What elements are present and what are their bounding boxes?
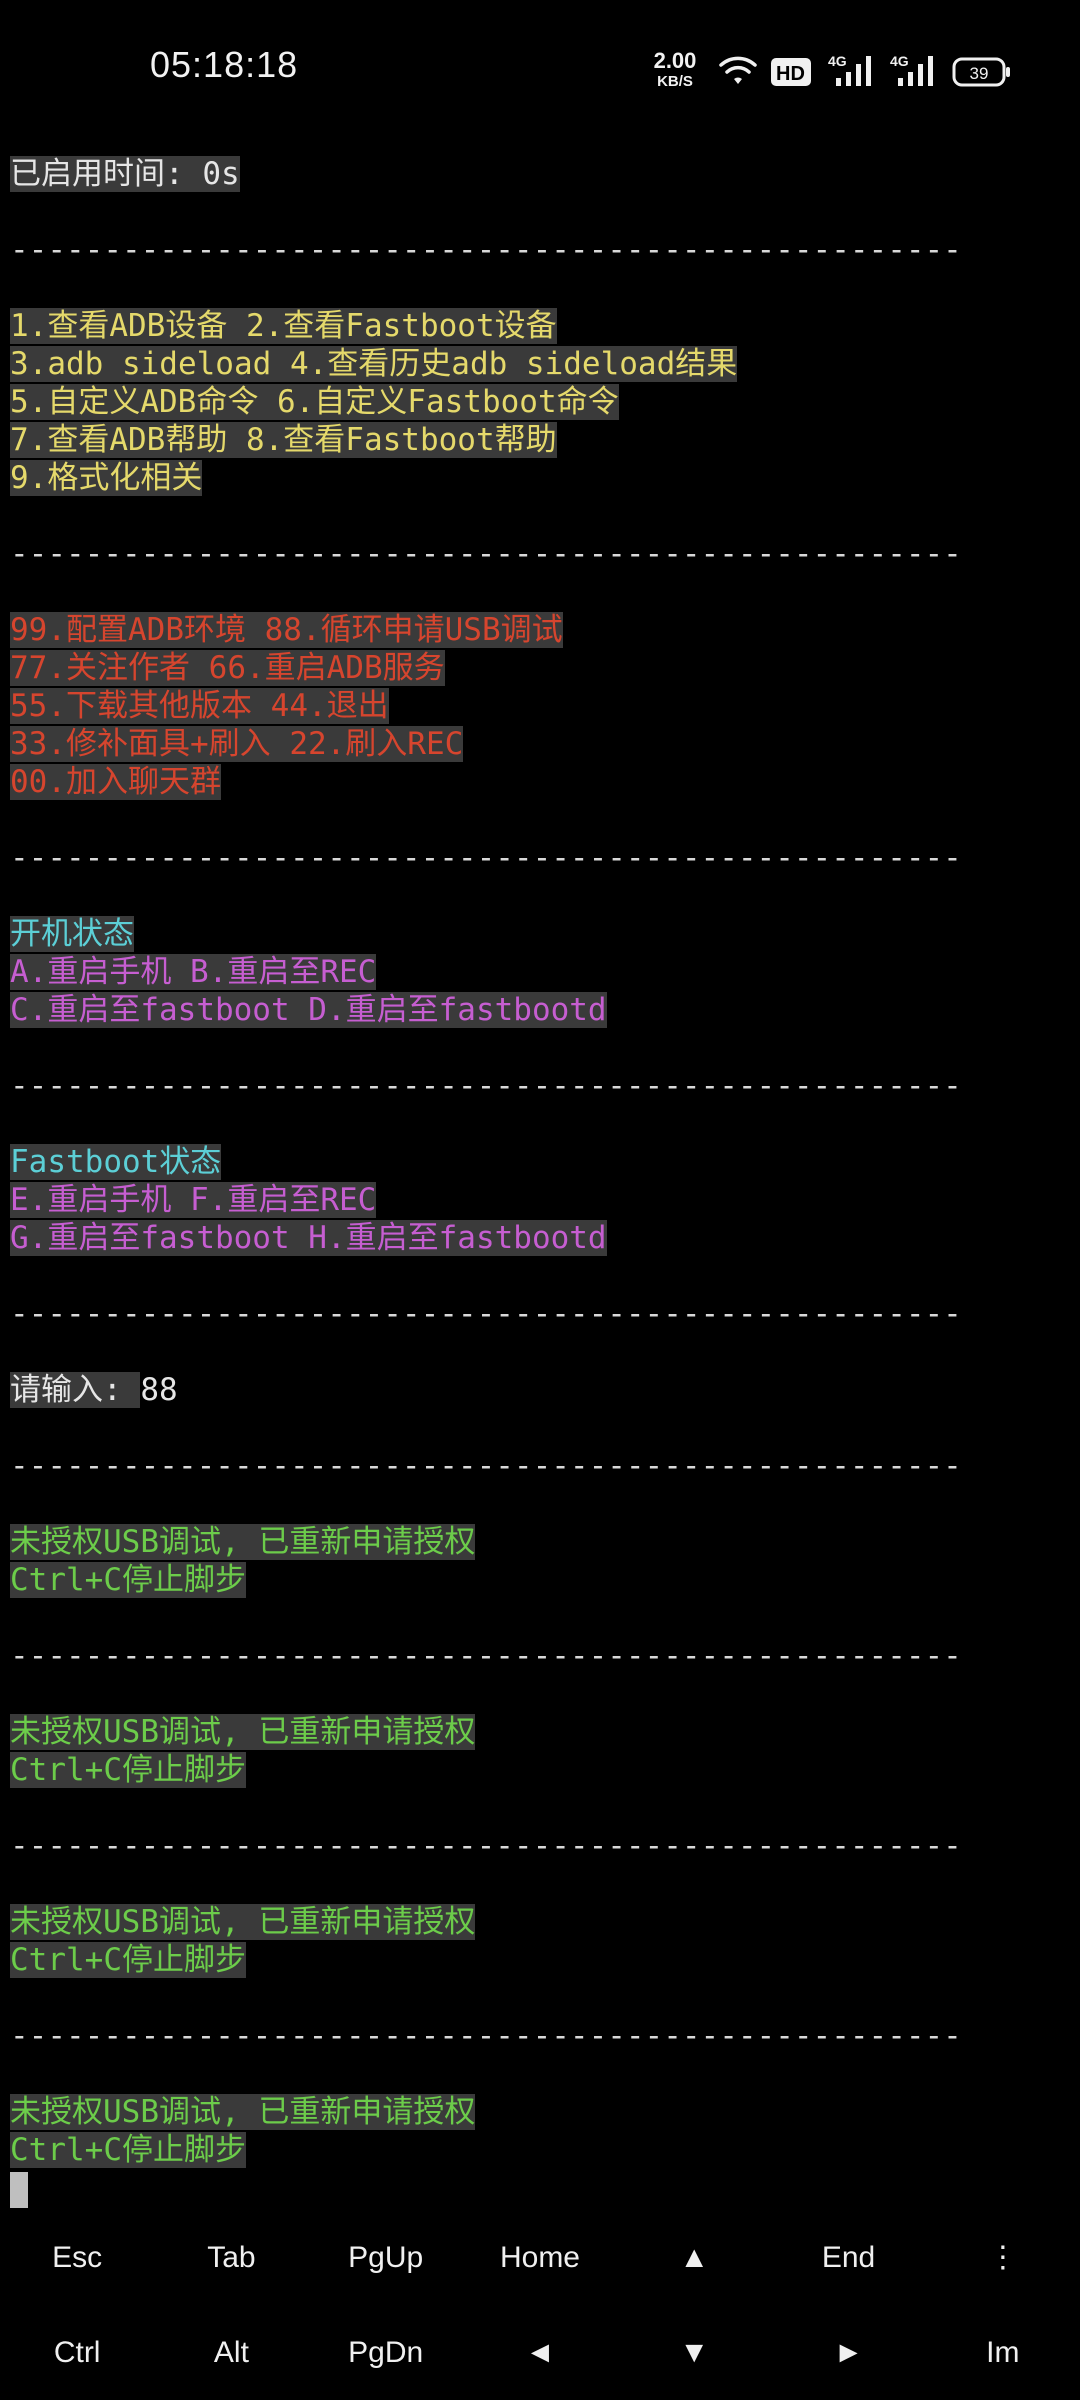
boot-state-item: A.重启手机 B.重启至REC [10,954,377,990]
alt-key[interactable]: Alt [154,2305,308,2400]
pgup-key[interactable]: PgUp [309,2210,463,2305]
stop-hint: Ctrl+C停止脚步 [10,2132,246,2168]
separator: ----------------------------------------… [10,1638,962,1674]
menu-main-line: 1.查看ADB设备 2.查看Fastboot设备 [10,308,557,344]
auth-message: 未授权USB调试, 已重新申请授权 [10,1714,476,1750]
extra-keys-row-2: Ctrl Alt PgDn ◄ ▼ ► Im [0,2305,1080,2400]
separator: ----------------------------------------… [10,1296,962,1332]
stop-hint: Ctrl+C停止脚步 [10,1752,246,1788]
arrow-down-key[interactable]: ▼ [617,2305,771,2400]
auth-message: 未授权USB调试, 已重新申请授权 [10,2094,476,2130]
arrow-left-key[interactable]: ◄ [463,2305,617,2400]
menu-main-line: 7.查看ADB帮助 8.查看Fastboot帮助 [10,422,557,458]
input-value[interactable]: 88 [140,1372,177,1408]
menu-extra-line: 99.配置ADB环境 88.循环申请USB调试 [10,612,563,648]
network-speed: 2.00 KB/S [640,48,710,90]
end-key[interactable]: End [771,2210,925,2305]
auth-message: 未授权USB调试, 已重新申请授权 [10,1904,476,1940]
status-bar: 05:18:18 2.00 KB/S HD 4G 4G 39 [0,0,1080,140]
boot-state-title: 开机状态 [10,916,134,952]
hd-voice-icon: HD [770,56,812,92]
input-prompt: 请输入: [10,1372,141,1408]
terminal-output[interactable]: 已启用时间: 0s ------------------------------… [10,155,1070,2208]
hd-label: HD [776,63,805,85]
battery-icon: 39 [952,56,1012,92]
extra-keys-row-1: Esc Tab PgUp Home ▲ End ⋮ [0,2210,1080,2305]
auth-message: 未授权USB调试, 已重新申请授权 [10,1524,476,1560]
separator: ----------------------------------------… [10,1448,962,1484]
uptime-text: 已启用时间: 0s [10,156,240,192]
menu-main-line: 3.adb sideload 4.查看历史adb sideload结果 [10,346,738,382]
separator: ----------------------------------------… [10,536,962,572]
input-method-key[interactable]: Im [926,2305,1080,2400]
separator: ----------------------------------------… [10,840,962,876]
home-key[interactable]: Home [463,2210,617,2305]
menu-extra-line: 00.加入聊天群 [10,764,221,800]
fastboot-state-item: G.重启至fastboot H.重启至fastbootd [10,1220,607,1256]
pgdn-key[interactable]: PgDn [309,2305,463,2400]
network-speed-unit: KB/S [657,73,693,90]
menu-extra-line: 33.修补面具+刷入 22.刷入REC [10,726,464,762]
network-speed-value: 2.00 [653,48,697,73]
stop-hint: Ctrl+C停止脚步 [10,1562,246,1598]
signal1-label: 4G [828,53,847,69]
tab-key[interactable]: Tab [154,2210,308,2305]
signal2-label: 4G [890,53,909,69]
menu-extra-line: 77.关注作者 66.重启ADB服务 [10,650,445,686]
battery-level: 39 [970,64,989,83]
boot-state-item: C.重启至fastboot D.重启至fastbootd [10,992,607,1028]
fastboot-state-title: Fastboot状态 [10,1144,222,1180]
separator: ----------------------------------------… [10,232,962,268]
terminal-cursor [10,2171,28,2208]
clock: 05:18:18 [150,44,299,85]
arrow-up-key[interactable]: ▲ [617,2210,771,2305]
signal-strength-icon-2: 4G [890,52,940,94]
esc-key[interactable]: Esc [0,2210,154,2305]
menu-extra-line: 55.下载其他版本 44.退出 [10,688,389,724]
separator: ----------------------------------------… [10,1828,962,1864]
fastboot-state-item: E.重启手机 F.重启至REC [10,1182,377,1218]
separator: ----------------------------------------… [10,2018,962,2054]
stop-hint: Ctrl+C停止脚步 [10,1942,246,1978]
more-options-key[interactable]: ⋮ [926,2210,1080,2305]
wifi-icon [718,56,758,92]
menu-main-line: 5.自定义ADB命令 6.自定义Fastboot命令 [10,384,619,420]
signal-strength-icon: 4G [828,52,878,94]
extra-keys-bar: Esc Tab PgUp Home ▲ End ⋮ Ctrl Alt PgDn … [0,2210,1080,2400]
ctrl-key[interactable]: Ctrl [0,2305,154,2400]
menu-main-line: 9.格式化相关 [10,460,203,496]
separator: ----------------------------------------… [10,1068,962,1104]
arrow-right-key[interactable]: ► [771,2305,925,2400]
